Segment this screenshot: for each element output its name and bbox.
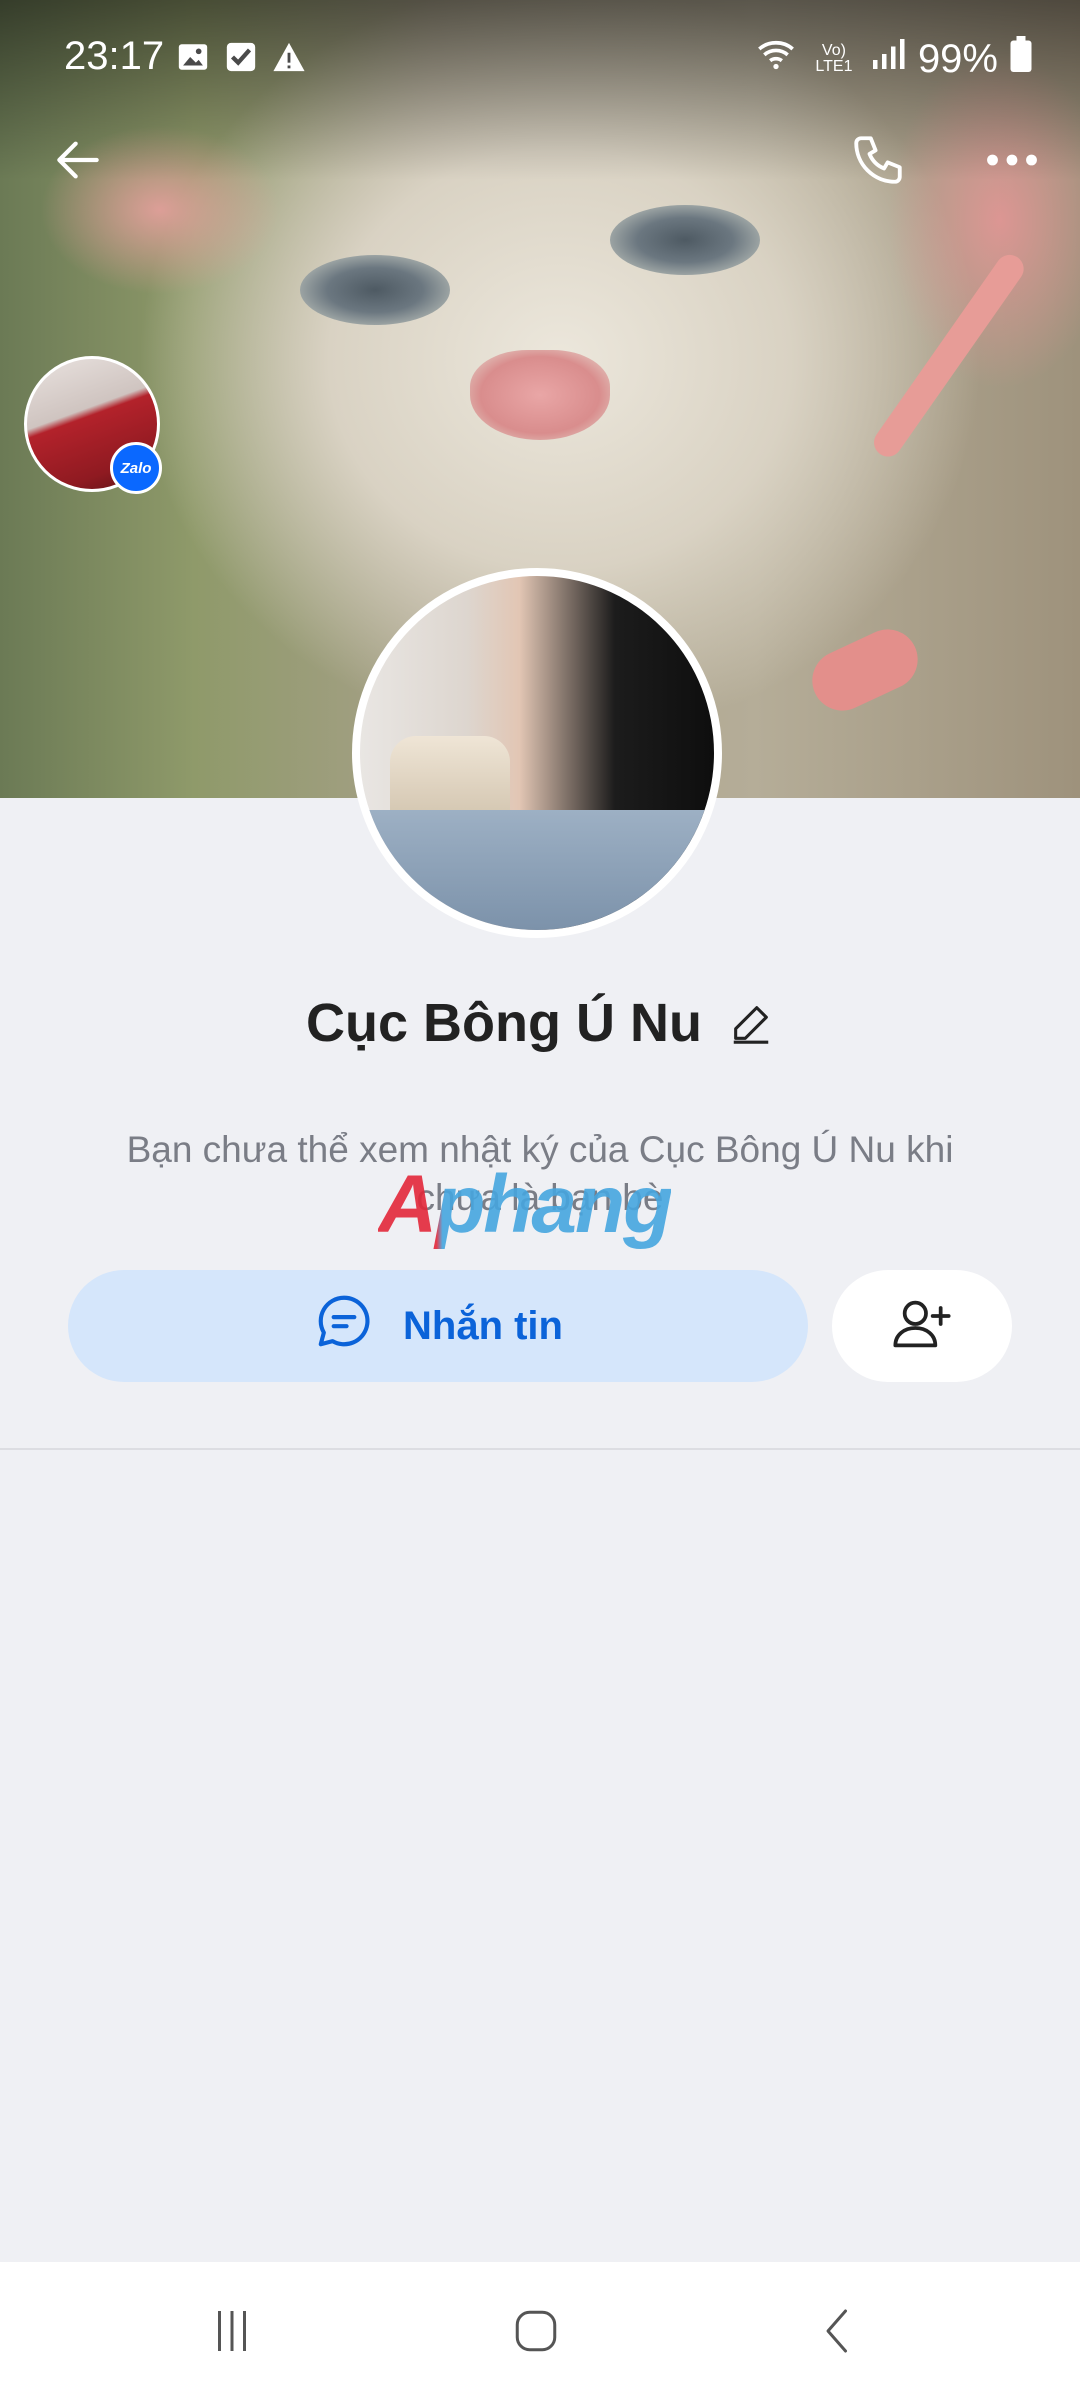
message-label: Nhắn tin (403, 1303, 563, 1348)
cover-detail (610, 205, 760, 275)
signal-icon (870, 36, 906, 82)
cover-detail (300, 255, 450, 325)
back-arrow-icon[interactable] (38, 120, 118, 200)
profile-name: Cục Bông Ú Nu (306, 993, 702, 1053)
volte-icon: Vo) LTE1 (815, 42, 853, 75)
edit-icon[interactable] (728, 1000, 774, 1046)
status-right: Vo) LTE1 99% (754, 34, 1032, 84)
message-button[interactable]: Nhắn tin (68, 1270, 808, 1382)
status-time: 23:17 (64, 34, 165, 78)
name-row: Cục Bông Ú Nu (0, 992, 1080, 1054)
add-friend-button[interactable] (832, 1270, 1012, 1382)
cover-detail (802, 619, 928, 721)
phone-icon[interactable] (838, 120, 918, 200)
avatar-detail (360, 809, 714, 930)
battery-icon (1010, 36, 1032, 82)
notification-icons (176, 40, 306, 74)
watermark-logo: Aphang (378, 1159, 673, 1250)
system-nav-bar (0, 2262, 1080, 2400)
home-icon[interactable] (496, 2296, 576, 2366)
profile-avatar[interactable] (352, 568, 722, 938)
chat-icon (313, 1290, 375, 1362)
cover-detail (470, 350, 610, 440)
divider (0, 1448, 1080, 1450)
battery-percent: 99% (917, 36, 998, 81)
more-icon[interactable] (972, 120, 1052, 200)
warning-icon (272, 40, 306, 74)
checkbox-icon (224, 40, 258, 74)
recent-apps-icon[interactable] (192, 2296, 272, 2366)
wifi-icon (754, 34, 798, 84)
image-icon (176, 40, 210, 74)
add-friend-icon (890, 1292, 954, 1361)
back-icon[interactable] (798, 2296, 878, 2366)
cover-detail (868, 249, 1030, 463)
status-bar: 23:17 Vo) LTE1 99% (0, 0, 1080, 120)
zalo-badge: Zalo (110, 442, 162, 494)
